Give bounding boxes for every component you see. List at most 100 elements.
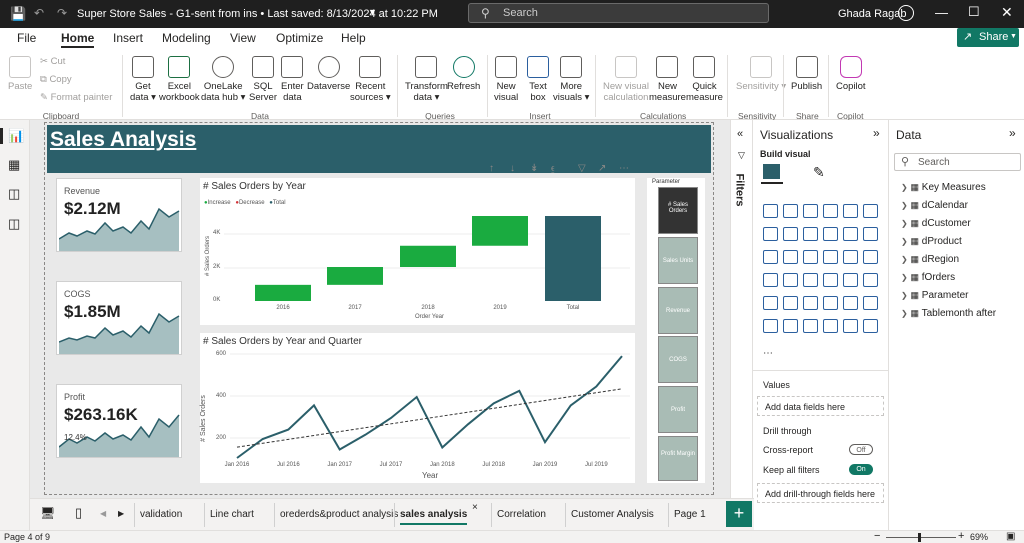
menu-optimize[interactable]: Optimize	[276, 31, 323, 45]
stacked-area-visual-icon[interactable]	[803, 227, 818, 241]
stacked-column-visual-icon[interactable]	[783, 204, 798, 218]
100pct-bar-visual-icon[interactable]	[843, 204, 858, 218]
expand-down-icon[interactable]: ↡	[530, 163, 538, 174]
dax-query-icon[interactable]: ◫	[8, 216, 20, 232]
field-table-item[interactable]: ❯ ▦ Tablemonth after	[901, 308, 996, 319]
scroll-left-icon[interactable]: ◀	[100, 509, 106, 518]
kpi-card-cogs[interactable]: COGS $1.85M	[56, 281, 182, 355]
new-visual-button[interactable]: New visual	[494, 56, 518, 103]
gauge-visual-icon[interactable]	[803, 273, 818, 287]
data-search-input[interactable]: ⚲ Search	[894, 153, 1021, 171]
paginated-visual-icon[interactable]	[823, 319, 838, 333]
slicer-item[interactable]: Revenue	[658, 287, 698, 334]
more-options-icon[interactable]: ⋯	[619, 163, 629, 174]
field-table-item[interactable]: ❯ ▦ Key Measures	[901, 182, 986, 193]
drill-through-drop-zone[interactable]: Add drill-through fields here	[757, 483, 884, 503]
field-table-item[interactable]: ❯ ▦ dCustomer	[901, 218, 971, 229]
quick-measure-button[interactable]: Quick measure	[686, 56, 723, 103]
funnel-visual-icon[interactable]	[763, 250, 778, 264]
hierarchy-icon[interactable]: ⍷	[550, 163, 556, 174]
values-drop-zone[interactable]: Add data fields here	[757, 396, 884, 416]
publish-button[interactable]: Publish	[791, 56, 822, 92]
field-table-item[interactable]: ❯ ▦ fOrders	[901, 272, 955, 283]
waterfall-bar-increase[interactable]	[400, 245, 456, 267]
keep-filters-toggle[interactable]: On	[849, 464, 873, 475]
page-tab[interactable]: sales analysis	[400, 509, 468, 525]
waterfall-bar-increase[interactable]	[255, 284, 311, 301]
filled-map-visual-icon[interactable]	[763, 273, 778, 287]
sensitivity-button[interactable]: Sensitivity ▾	[736, 56, 786, 92]
transform-data-button[interactable]: Transform data ▾	[405, 56, 448, 103]
close-tab-icon[interactable]: ×	[472, 502, 478, 513]
waterfall-bar-increase[interactable]	[327, 267, 383, 285]
copilot-button[interactable]: Copilot	[836, 56, 866, 92]
build-visual-tab[interactable]	[761, 162, 783, 184]
page-tab[interactable]: validation	[140, 509, 182, 520]
sql-server-button[interactable]: SQL Server	[249, 56, 277, 103]
cross-report-toggle[interactable]: Off	[849, 444, 873, 455]
copy-button[interactable]: ⧉ Copy	[40, 74, 72, 85]
page-tab[interactable]: Customer Analysis	[571, 509, 654, 520]
slicer-item[interactable]: # Sales Orders	[658, 187, 698, 234]
treemap-visual-icon[interactable]	[843, 250, 858, 264]
search-box[interactable]: ⚲ Search	[468, 3, 769, 23]
zoom-out-icon[interactable]: −	[874, 530, 880, 542]
zoom-slider[interactable]	[886, 537, 956, 538]
text-box-button[interactable]: Text box	[527, 56, 549, 103]
qa-visual-icon[interactable]	[783, 319, 798, 333]
waterfall-visual-icon[interactable]	[863, 227, 878, 241]
refresh-button[interactable]: Refresh	[447, 56, 480, 92]
user-name[interactable]: Ghada Ragab	[838, 8, 907, 20]
new-measure-button[interactable]: New measure	[649, 56, 686, 103]
menu-insert[interactable]: Insert	[113, 31, 143, 45]
drill-up-icon[interactable]: ↑	[489, 163, 494, 174]
report-view-icon[interactable]: 📊	[8, 128, 24, 144]
narrative-visual-icon[interactable]	[803, 319, 818, 333]
avatar[interactable]	[898, 5, 914, 21]
field-table-item[interactable]: ❯ ▦ Parameter	[901, 290, 968, 301]
undo-icon[interactable]: ↶	[34, 6, 44, 20]
more-visuals-button[interactable]: More visuals ▾	[553, 56, 589, 103]
slicer-item[interactable]: Profit	[658, 386, 698, 433]
area-visual-icon[interactable]	[783, 227, 798, 241]
menu-modeling[interactable]: Modeling	[162, 31, 211, 45]
share-button[interactable]: ↗ Share ▼	[957, 28, 1019, 47]
dataverse-button[interactable]: Dataverse	[307, 56, 350, 92]
drill-down-icon[interactable]: ↓	[510, 163, 515, 174]
page-tab[interactable]: Line chart	[210, 509, 254, 520]
expand-icon[interactable]: »	[1009, 126, 1016, 140]
waterfall-chart-card[interactable]: # Sales Orders by Year ●Increase ●Decrea…	[200, 178, 635, 325]
line-chart-card[interactable]: # Sales Orders by Year and Quarter # Sal…	[200, 333, 635, 483]
recent-sources-button[interactable]: Recent sources ▾	[350, 56, 391, 103]
clustered-column-visual-icon[interactable]	[823, 204, 838, 218]
page-tab[interactable]: orederds&product analysis	[280, 509, 398, 520]
python-visual-icon[interactable]	[843, 296, 858, 310]
kpi-card-revenue[interactable]: Revenue $2.12M	[56, 178, 182, 252]
power-apps-visual-icon[interactable]	[843, 319, 858, 333]
matrix-visual-icon[interactable]	[803, 296, 818, 310]
scroll-right-icon[interactable]: ▶	[118, 509, 124, 518]
field-table-item[interactable]: ❯ ▦ dProduct	[901, 236, 962, 247]
slicer-item[interactable]: Profit Margin	[658, 436, 698, 481]
pie-visual-icon[interactable]	[803, 250, 818, 264]
slicer-item[interactable]: Sales Units	[658, 237, 698, 284]
line-column-visual-icon[interactable]	[823, 227, 838, 241]
azure-map-visual-icon[interactable]	[783, 273, 798, 287]
new-visual-calculation-button[interactable]: New visual calculation	[603, 56, 649, 103]
onelake-button[interactable]: OneLake data hub ▾	[201, 56, 245, 103]
focus-mode-icon[interactable]: ↗	[598, 163, 606, 174]
donut-visual-icon[interactable]	[823, 250, 838, 264]
waterfall-bar-total[interactable]	[545, 216, 601, 301]
waterfall-bar-increase[interactable]	[472, 216, 528, 246]
series-line[interactable]	[236, 355, 623, 459]
scatter-visual-icon[interactable]	[783, 250, 798, 264]
excel-workbook-button[interactable]: Excel workbook	[159, 56, 200, 103]
map-visual-icon[interactable]	[863, 250, 878, 264]
more-visuals-icon[interactable]: ⋯	[763, 348, 773, 359]
chevron-down-icon[interactable]: ▼	[368, 7, 377, 17]
get-data-button[interactable]: Get data ▾	[130, 56, 156, 103]
ribbon-visual-icon[interactable]	[843, 227, 858, 241]
clustered-bar-visual-icon[interactable]	[803, 204, 818, 218]
enter-data-button[interactable]: Enter data	[281, 56, 304, 103]
r-script-visual-icon[interactable]	[823, 296, 838, 310]
